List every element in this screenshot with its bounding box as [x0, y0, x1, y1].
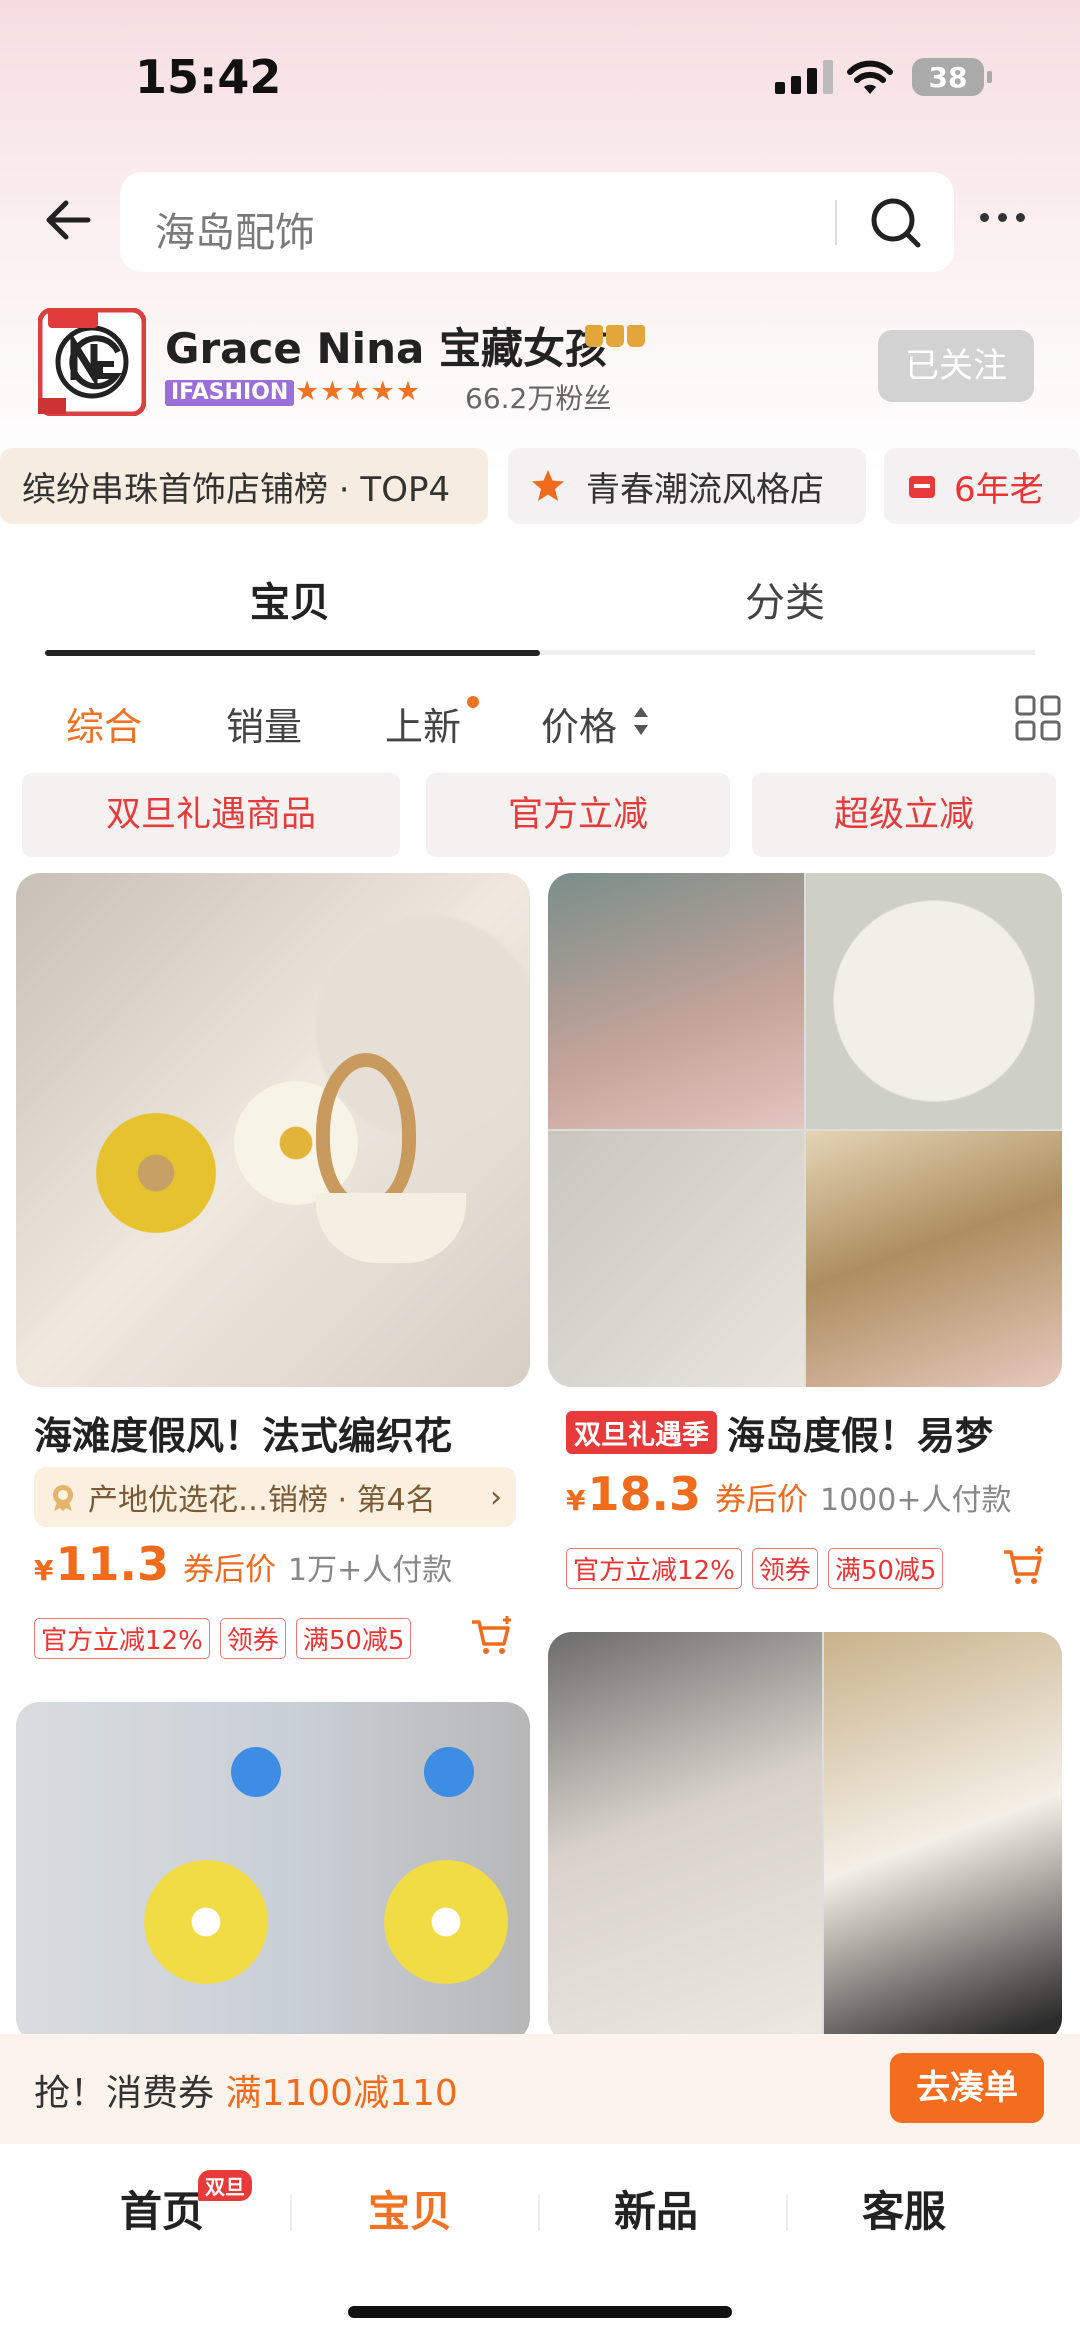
nav-divider	[538, 2195, 540, 2231]
tag-threshold: 满50减5	[295, 1618, 412, 1659]
badge-years-label: 6年老	[954, 469, 1044, 510]
product-price-1: ¥ 11.3 券后价 1万+人付款	[34, 1537, 452, 1591]
currency-symbol: ¥	[566, 1484, 586, 1517]
paid-count: 1万+人付款	[287, 1553, 453, 1588]
product-image-4[interactable]	[548, 1632, 1062, 2042]
badge-style-label: 青春潮流风格店	[586, 469, 824, 510]
product-image-1[interactable]	[16, 873, 530, 1387]
tab-active-indicator	[45, 650, 540, 656]
currency-symbol: ¥	[34, 1554, 54, 1587]
coupon-text: 抢！消费券 满1100减110	[34, 2064, 458, 2116]
follow-button[interactable]: 已关注	[878, 330, 1034, 402]
nav-customer-service[interactable]: 客服	[862, 2178, 946, 2239]
product-tags-2: 官方立减12% 领券 满50减5	[566, 1548, 944, 1589]
shop-logo[interactable]	[38, 308, 146, 416]
nav-items[interactable]: 宝贝	[368, 2178, 452, 2239]
status-time: 15:42	[135, 50, 282, 104]
product-rank-banner-1[interactable]: 产地优选花…销榜 · 第4名 ›	[34, 1467, 516, 1527]
nav-home[interactable]: 首页	[120, 2178, 204, 2239]
home-indicator	[348, 2306, 732, 2318]
new-dot-indicator	[467, 696, 479, 708]
product-tags-1: 官方立减12% 领券 满50减5	[34, 1618, 412, 1659]
paid-count: 1000+人付款	[819, 1483, 1012, 1518]
tag-official-discount: 官方立减12%	[566, 1548, 742, 1589]
sort-new[interactable]: 上新	[385, 696, 461, 751]
fans-count: 66.2万粉丝	[465, 382, 612, 415]
product-price-2: ¥ 18.3 券后价 1000+人付款	[566, 1467, 1011, 1521]
wifi-icon	[847, 60, 893, 94]
tag-threshold: 满50减5	[827, 1548, 944, 1589]
tag-coupon: 领券	[751, 1548, 818, 1589]
product-rank-text-1: 产地优选花…销榜 · 第4名	[88, 1483, 436, 1518]
sort-comprehensive[interactable]: 综合	[66, 696, 142, 751]
shop-star-rating: ★★★★★	[295, 376, 422, 407]
filter-chip-super-discount[interactable]: 超级立减	[752, 773, 1056, 857]
search-query-text[interactable]: 海岛配饰	[155, 200, 315, 258]
battery-indicator: 38	[912, 58, 992, 96]
grid-view-icon[interactable]	[1015, 695, 1061, 741]
nav-divider	[290, 2195, 292, 2231]
shop-name[interactable]: Grace Nina 宝藏女孩	[165, 315, 607, 376]
sort-sales[interactable]: 销量	[226, 696, 302, 751]
add-to-cart-icon[interactable]	[1002, 1544, 1046, 1588]
sort-price[interactable]: 价格	[541, 696, 617, 751]
tab-items[interactable]: 宝贝	[250, 570, 330, 628]
cellular-signal-icon	[775, 60, 833, 94]
after-coupon-label: 券后价	[714, 1482, 808, 1518]
filter-chip-official-discount[interactable]: 官方立减	[426, 773, 730, 857]
holiday-tag: 双旦礼遇季	[566, 1411, 717, 1454]
badge-ranking[interactable]: 缤纷串珠首饰店铺榜 · TOP4	[0, 448, 488, 524]
add-more-items-button[interactable]: 去凑单	[890, 2053, 1044, 2123]
chevron-right-icon: ›	[490, 1479, 502, 1515]
badge-years[interactable]: 6年老	[884, 448, 1080, 524]
nav-new[interactable]: 新品	[614, 2178, 698, 2239]
coupon-prefix: 抢！消费券	[34, 2073, 215, 2114]
tag-coupon: 领券	[219, 1618, 286, 1659]
product-title-2-text: 海岛度假！易梦	[727, 1414, 994, 1458]
product-image-2[interactable]	[548, 873, 1062, 1387]
back-arrow-icon[interactable]	[40, 190, 100, 250]
star-icon	[532, 470, 564, 501]
product-image-3[interactable]	[16, 1702, 530, 2042]
search-divider	[835, 200, 837, 245]
nav-divider	[786, 2195, 788, 2231]
filter-chip-holiday[interactable]: 双旦礼遇商品	[22, 773, 400, 857]
crown-rating-icons	[585, 325, 645, 347]
store-icon	[909, 476, 935, 498]
medal-icon	[53, 1485, 73, 1511]
after-coupon-label: 券后价	[182, 1552, 276, 1588]
sort-arrows-icon[interactable]	[633, 703, 649, 739]
product-title-1[interactable]: 海滩度假风！法式编织花	[34, 1405, 524, 1460]
add-to-cart-icon[interactable]	[470, 1614, 514, 1658]
search-icon[interactable]	[868, 195, 924, 251]
home-holiday-badge: 双旦	[198, 2170, 252, 2201]
product-title-2[interactable]: 双旦礼遇季 海岛度假！易梦	[566, 1405, 1046, 1460]
price-value: 11.3	[55, 1537, 169, 1591]
badge-style-store[interactable]: 青春潮流风格店	[508, 448, 866, 524]
badge-ranking-label: 缤纷串珠首饰店铺榜 · TOP4	[22, 469, 451, 510]
more-options-icon[interactable]	[980, 213, 1025, 222]
ifashion-badge: IFASHION	[165, 380, 295, 406]
coupon-amount: 满1100减110	[225, 2073, 458, 2114]
price-value: 18.3	[587, 1467, 701, 1521]
tab-categories[interactable]: 分类	[745, 570, 825, 628]
tag-official-discount: 官方立减12%	[34, 1618, 210, 1659]
